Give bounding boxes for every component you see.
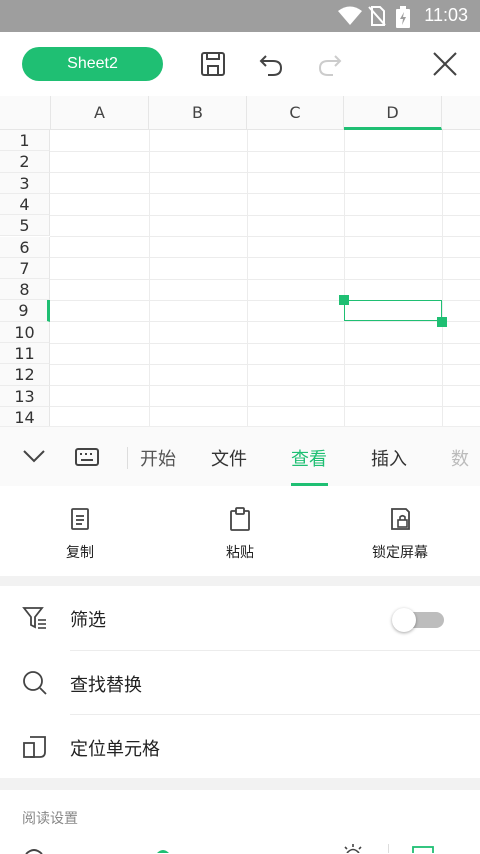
row-header[interactable]: 12 — [0, 364, 50, 386]
selection-handle-bottom-right[interactable] — [437, 317, 447, 327]
status-bar: 11:03 — [0, 0, 480, 32]
lock-screen-label: 锁定屏幕 — [372, 545, 428, 561]
column-header-c[interactable]: C — [247, 96, 344, 130]
grid-line — [247, 130, 248, 426]
row-header-selected[interactable]: 9 — [0, 300, 50, 322]
spreadsheet-grid[interactable]: A B C D 1 2 3 4 5 6 7 8 9 10 11 12 13 14 — [0, 96, 480, 426]
wifi-icon — [338, 6, 362, 25]
grid-line — [149, 130, 150, 426]
find-replace-item[interactable]: 查找替换 — [0, 651, 480, 715]
grid-line — [50, 321, 480, 322]
section-separator — [0, 576, 480, 586]
grid-line — [50, 172, 480, 173]
grid-line — [50, 385, 480, 386]
tab-files[interactable]: 文件 — [211, 445, 247, 471]
close-icon[interactable] — [431, 50, 459, 78]
brightness-icon — [344, 844, 362, 853]
copy-label: 复制 — [66, 545, 94, 561]
row-header[interactable]: 11 — [0, 343, 50, 365]
selection-handle-top-left[interactable] — [339, 295, 349, 305]
locate-cell-item[interactable]: 定位单元格 — [0, 715, 480, 779]
tab-view[interactable]: 查看 — [291, 445, 327, 471]
row-header[interactable]: 1 — [0, 130, 50, 152]
column-header-e[interactable] — [442, 96, 480, 130]
copy-icon — [71, 508, 89, 530]
grid-line — [50, 406, 480, 407]
grid-line — [442, 130, 443, 426]
filter-icon — [22, 607, 46, 629]
keyboard-icon[interactable] — [74, 445, 100, 469]
partial-option-icon — [25, 849, 43, 854]
row-header[interactable]: 8 — [0, 279, 50, 301]
clock: 11:03 — [424, 5, 468, 25]
locate-cell-icon — [23, 736, 46, 758]
row-header[interactable]: 3 — [0, 172, 50, 194]
paste-label: 粘贴 — [226, 545, 254, 561]
grid-line — [50, 257, 480, 258]
grid-line — [50, 279, 480, 280]
grid-line — [50, 151, 480, 152]
view-menu-list: 筛选 查找替换 定位单元格 — [0, 586, 480, 778]
tab-insert[interactable]: 插入 — [371, 445, 407, 471]
filter-toggle[interactable] — [392, 608, 444, 632]
column-header-a[interactable]: A — [51, 96, 149, 130]
redo-icon[interactable] — [316, 50, 344, 78]
column-header-b[interactable]: B — [149, 96, 247, 130]
tab-home[interactable]: 开始 — [140, 445, 176, 471]
undo-icon[interactable] — [257, 50, 285, 78]
row-header[interactable]: 2 — [0, 151, 50, 173]
vertical-divider — [388, 844, 389, 853]
row-header[interactable]: 4 — [0, 193, 50, 216]
partial-slider-knob-icon — [157, 850, 169, 853]
paste-button[interactable]: 粘贴 — [180, 506, 300, 562]
find-replace-label: 查找替换 — [70, 675, 142, 696]
row-header[interactable]: 14 — [0, 406, 50, 426]
column-header-d[interactable]: D — [344, 96, 442, 130]
layout-mode-icon — [412, 846, 434, 853]
battery-icon — [396, 6, 410, 28]
section-separator — [0, 778, 480, 790]
no-sim-icon — [368, 6, 386, 26]
grid-line — [50, 236, 480, 237]
tab-divider — [127, 447, 128, 469]
locate-cell-label: 定位单元格 — [70, 739, 160, 760]
collapse-chevron-icon[interactable] — [22, 447, 46, 465]
grid-line — [344, 130, 345, 426]
row-header[interactable]: 13 — [0, 385, 50, 407]
copy-button[interactable]: 复制 — [20, 506, 140, 562]
grid-line — [50, 364, 480, 365]
reading-settings-section: 阅读设置 — [0, 790, 480, 854]
grid-line — [50, 343, 480, 344]
save-icon[interactable] — [199, 50, 227, 78]
action-row: 复制 粘贴 锁定屏幕 — [0, 486, 480, 576]
row-header[interactable]: 6 — [0, 236, 50, 258]
corner-cell[interactable] — [0, 96, 51, 130]
filter-item[interactable]: 筛选 — [0, 586, 480, 650]
lock-document-icon — [391, 508, 410, 530]
tab-data[interactable]: 数 — [451, 445, 469, 471]
row-header[interactable]: 5 — [0, 215, 50, 237]
ribbon-tab-bar: 开始 文件 查看 插入 数 — [0, 426, 480, 488]
sheet-name-button[interactable]: Sheet2 — [22, 47, 163, 81]
paste-icon — [230, 507, 250, 531]
lock-screen-button[interactable]: 锁定屏幕 — [340, 506, 460, 562]
row-header[interactable]: 10 — [0, 321, 50, 343]
selected-cell[interactable] — [344, 300, 442, 321]
row-header[interactable]: 7 — [0, 257, 50, 280]
search-icon — [23, 671, 47, 695]
top-toolbar: Sheet2 — [0, 32, 480, 96]
reading-settings-title: 阅读设置 — [22, 811, 78, 827]
grid-line — [50, 193, 480, 194]
grid-line — [50, 215, 480, 216]
toggle-knob — [392, 608, 416, 632]
filter-label: 筛选 — [70, 610, 106, 631]
